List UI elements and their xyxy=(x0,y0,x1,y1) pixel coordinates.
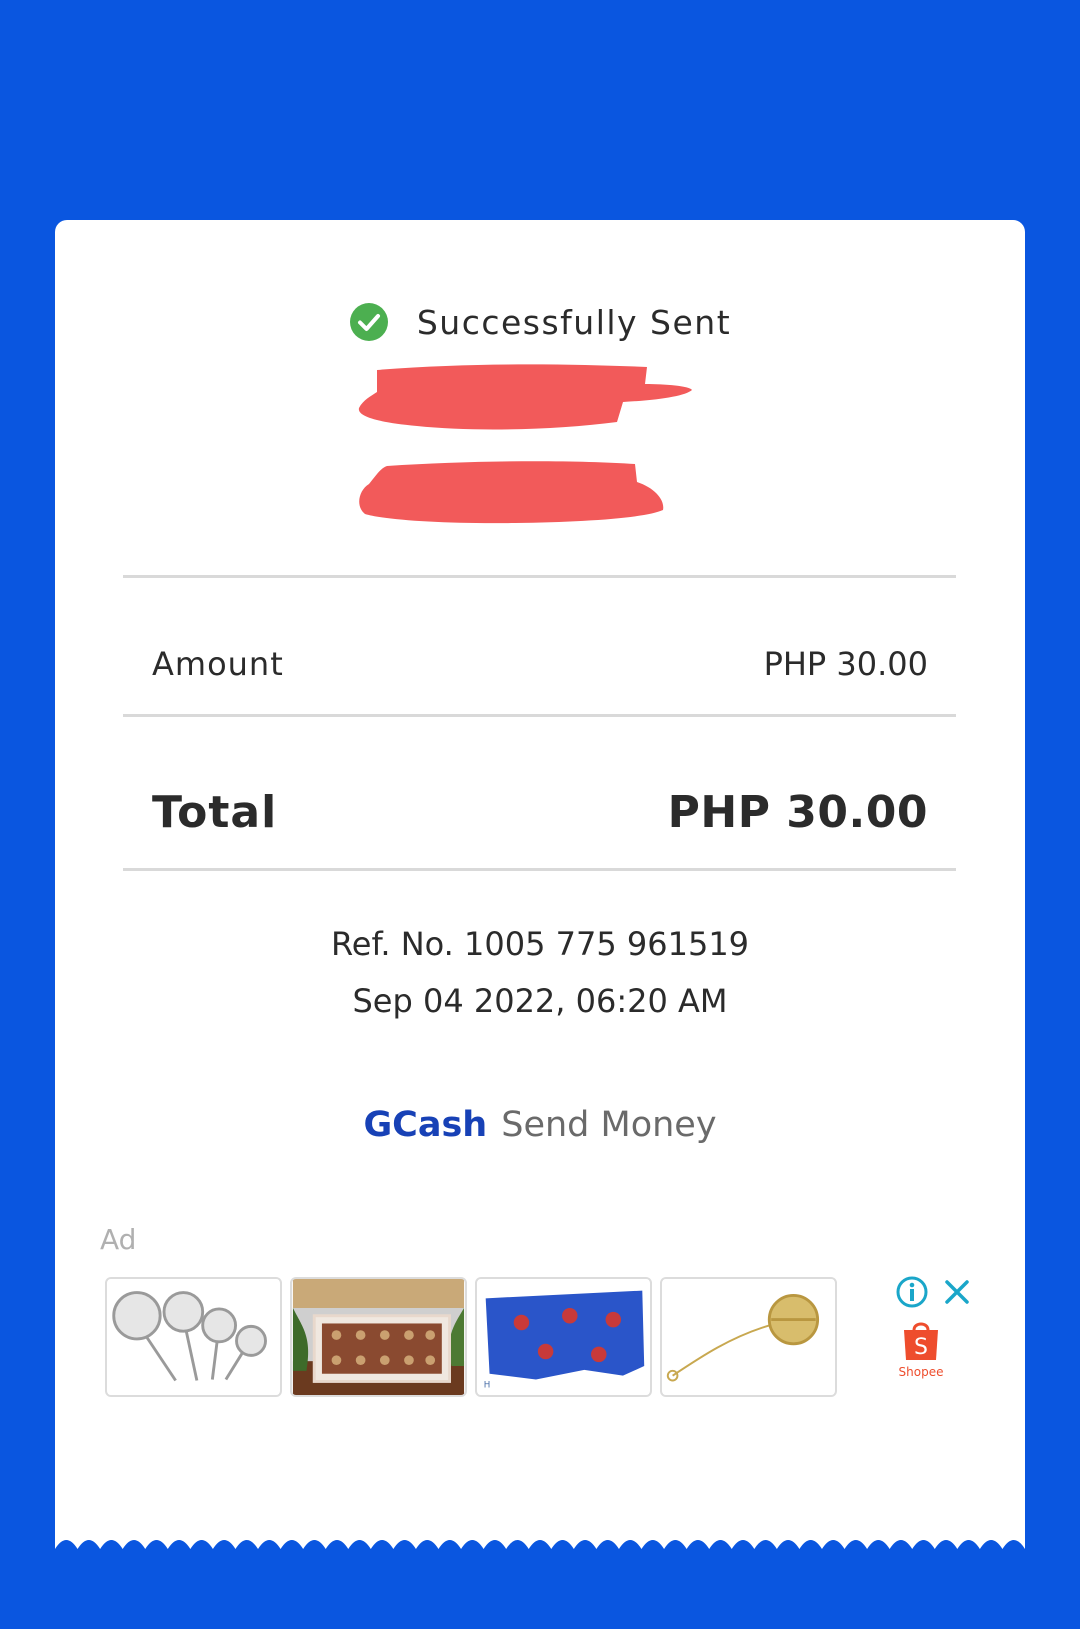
info-icon[interactable] xyxy=(895,1275,929,1309)
sieve-set-image xyxy=(107,1279,280,1395)
tea-infuser-image xyxy=(662,1279,835,1395)
total-label: Total xyxy=(152,787,278,838)
divider xyxy=(123,714,956,717)
area-rug-image xyxy=(292,1279,465,1395)
success-status: Successfully Sent xyxy=(55,302,1025,342)
ad-label: Ad xyxy=(100,1223,137,1256)
check-circle-icon xyxy=(349,303,388,341)
divider xyxy=(123,575,956,578)
reference-number: Ref. No. 1005 775 961519 xyxy=(330,925,750,963)
divider xyxy=(123,868,956,871)
ad-product-sieve[interactable] xyxy=(105,1277,282,1397)
status-text: Successfully Sent xyxy=(416,302,732,342)
ad-strip: H xyxy=(105,1277,837,1397)
transaction-datetime: Sep 04 2022, 06:20 AM xyxy=(352,982,728,1020)
shopee-label: Shopee xyxy=(898,1365,944,1379)
table-cover-image: H xyxy=(477,1279,650,1395)
gcash-logo-text: GCash xyxy=(363,1105,488,1145)
ad-product-rug[interactable] xyxy=(290,1277,467,1397)
amount-value: PHP 30.00 xyxy=(763,645,928,683)
redaction-mark-name xyxy=(358,364,692,430)
ad-product-tablecover[interactable]: H xyxy=(475,1277,652,1397)
amount-label: Amount xyxy=(152,645,284,683)
total-value: PHP 30.00 xyxy=(667,787,928,838)
ad-controls: S Shopee xyxy=(895,1275,985,1385)
shopee-bag-icon: S xyxy=(904,1322,938,1360)
receipt-zigzag-edge xyxy=(55,1540,1025,1565)
footer-brand: GCash Send Money xyxy=(55,1105,1025,1145)
ad-vendor-mark: H xyxy=(484,1380,491,1390)
receipt-card: Successfully Sent J D. Amount PHP 30.00 … xyxy=(55,220,1025,1550)
svg-text:S: S xyxy=(914,1335,928,1360)
ad-product-infuser[interactable] xyxy=(660,1277,837,1397)
redaction-mark-phone xyxy=(359,461,664,524)
close-icon[interactable] xyxy=(942,1277,972,1307)
footer-subtitle: Send Money xyxy=(501,1105,717,1145)
